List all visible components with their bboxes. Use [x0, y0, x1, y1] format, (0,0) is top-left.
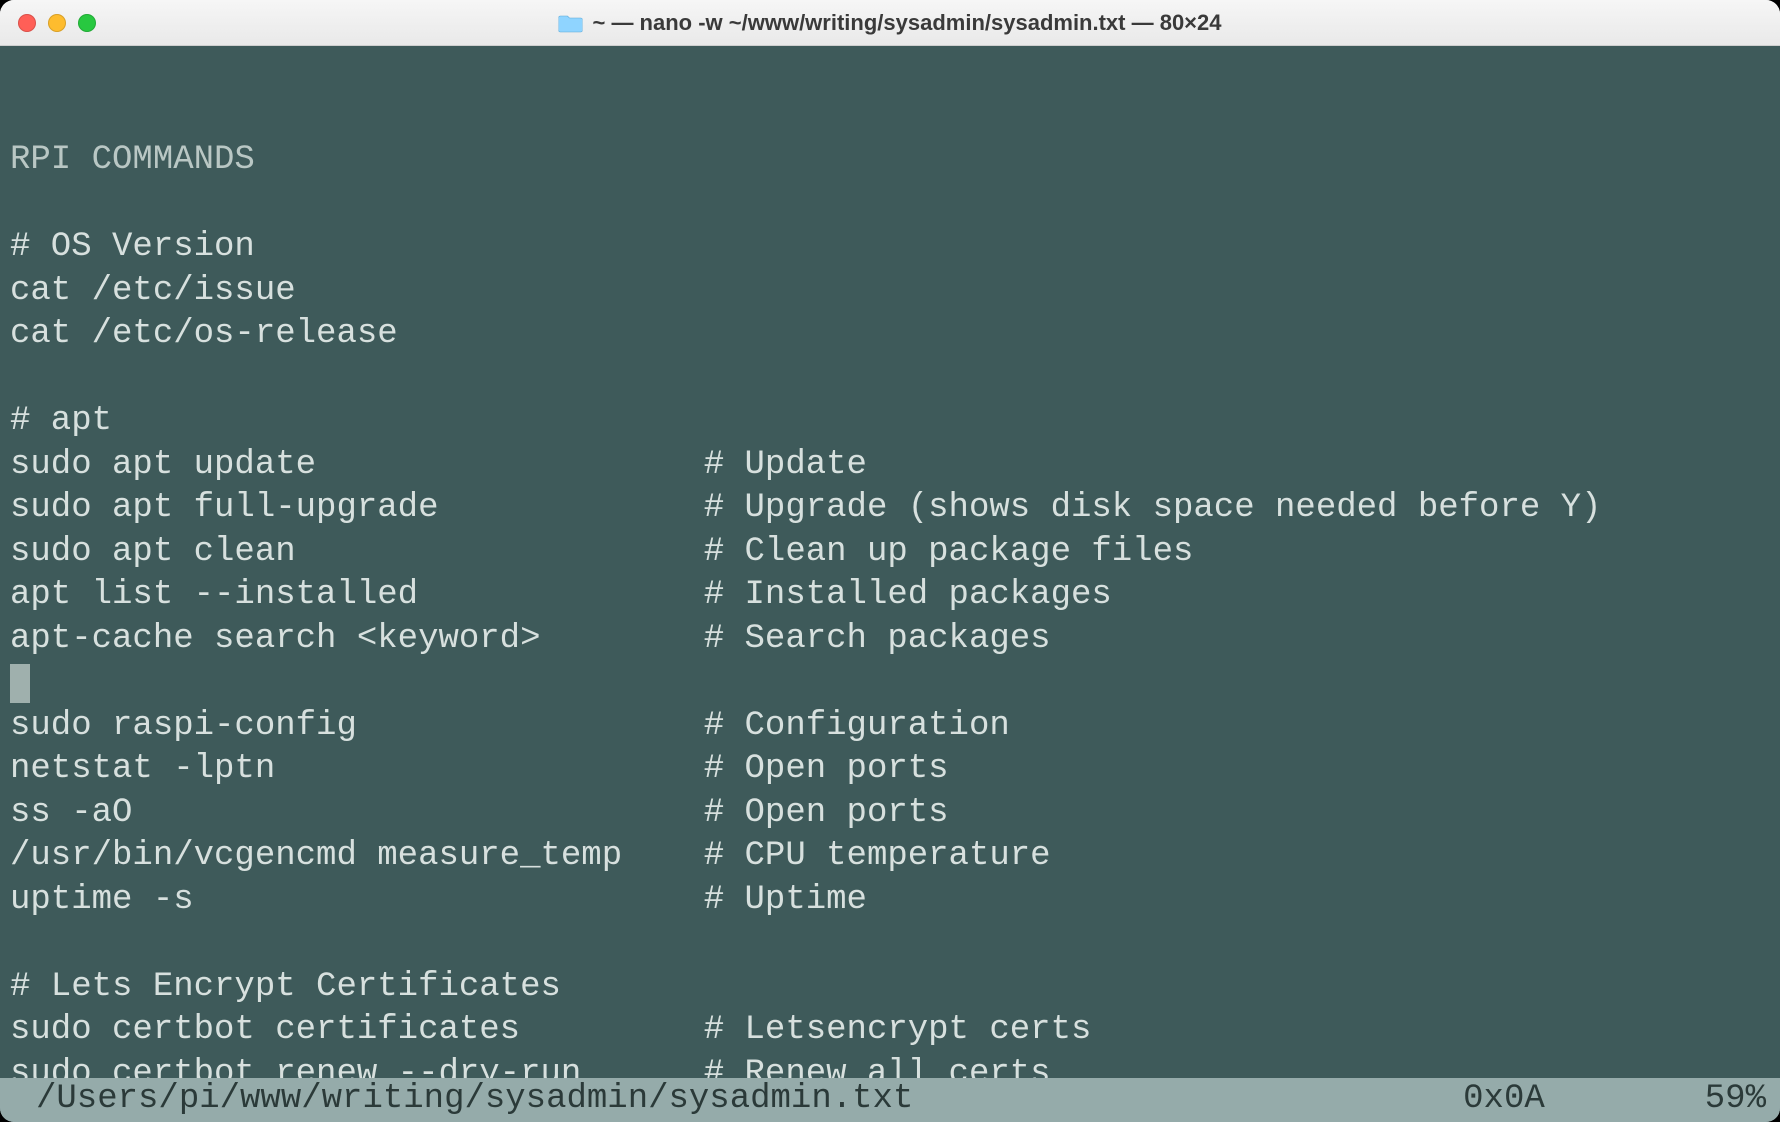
editor-line[interactable] — [10, 922, 1770, 966]
editor-line[interactable] — [10, 357, 1770, 401]
editor-line[interactable]: uptime -s # Uptime — [10, 879, 1770, 923]
editor-line[interactable]: # apt — [10, 400, 1770, 444]
editor-line[interactable]: cat /etc/issue — [10, 270, 1770, 314]
folder-icon — [558, 13, 582, 33]
editor-line[interactable]: sudo apt full-upgrade # Upgrade (shows d… — [10, 487, 1770, 531]
editor-line[interactable]: /usr/bin/vcgencmd measure_temp # CPU tem… — [10, 835, 1770, 879]
text-cursor — [10, 664, 30, 703]
status-hex: 0x0A — [1463, 1078, 1545, 1122]
minimize-icon[interactable] — [48, 14, 66, 32]
zoom-icon[interactable] — [78, 14, 96, 32]
window-title: ~ — nano -w ~/www/writing/sysadmin/sysad… — [558, 10, 1221, 36]
editor-line[interactable]: cat /etc/os-release — [10, 313, 1770, 357]
editor-viewport[interactable]: RPI COMMANDS # OS Versioncat /etc/issuec… — [0, 46, 1780, 1122]
window-controls — [18, 14, 96, 32]
editor-line[interactable]: sudo apt clean # Clean up package files — [10, 531, 1770, 575]
editor-line[interactable]: apt-cache search <keyword> # Search pack… — [10, 618, 1770, 662]
status-percent: 59% — [1705, 1078, 1766, 1122]
editor-line[interactable]: RPI COMMANDS — [10, 139, 1770, 183]
editor-content[interactable]: RPI COMMANDS # OS Versioncat /etc/issuec… — [10, 139, 1770, 1122]
titlebar[interactable]: ~ — nano -w ~/www/writing/sysadmin/sysad… — [0, 0, 1780, 46]
editor-line[interactable]: sudo certbot certificates # Letsencrypt … — [10, 1009, 1770, 1053]
editor-line[interactable]: netstat -lptn # Open ports — [10, 748, 1770, 792]
editor-line[interactable]: # OS Version — [10, 226, 1770, 270]
editor-line[interactable] — [10, 183, 1770, 227]
editor-line[interactable]: # Lets Encrypt Certificates — [10, 966, 1770, 1010]
editor-line[interactable]: sudo apt update # Update — [10, 444, 1770, 488]
editor-line[interactable] — [10, 661, 1770, 705]
status-path: /Users/pi/www/writing/sysadmin/sysadmin.… — [36, 1078, 913, 1122]
editor-line[interactable]: ss -aO # Open ports — [10, 792, 1770, 836]
status-bar: /Users/pi/www/writing/sysadmin/sysadmin.… — [0, 1078, 1780, 1122]
editor-line[interactable]: sudo raspi-config # Configuration — [10, 705, 1770, 749]
editor-line[interactable]: apt list --installed # Installed package… — [10, 574, 1770, 618]
close-icon[interactable] — [18, 14, 36, 32]
window-title-text: ~ — nano -w ~/www/writing/sysadmin/sysad… — [592, 10, 1221, 36]
terminal-window: ~ — nano -w ~/www/writing/sysadmin/sysad… — [0, 0, 1780, 1122]
